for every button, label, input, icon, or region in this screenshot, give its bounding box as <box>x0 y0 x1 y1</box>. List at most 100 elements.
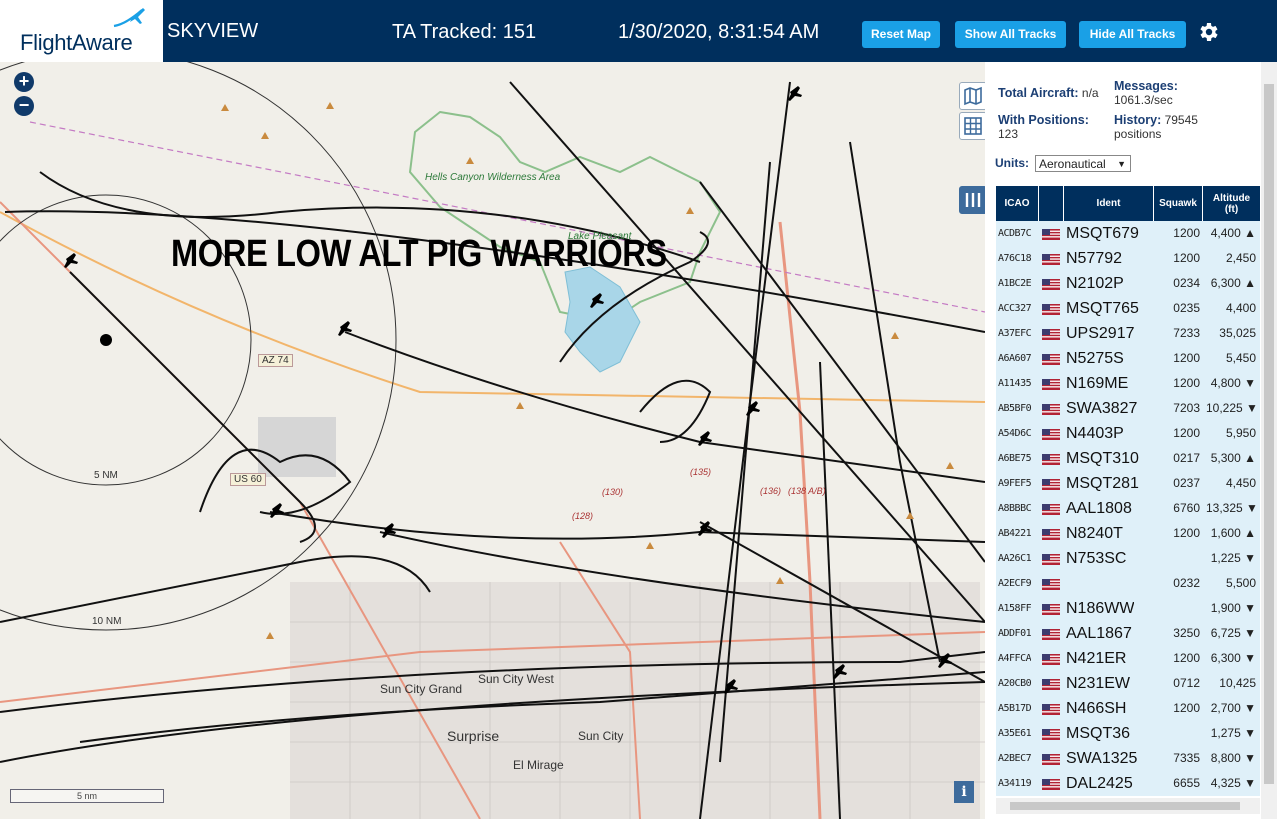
altitude-cell: 1,600 ▲ <box>1210 526 1256 540</box>
map-label-ring-5nm: 5 NM <box>94 470 118 481</box>
vertical-scrollbar[interactable] <box>1261 62 1277 819</box>
icao-cell: A1BC2E <box>998 278 1032 289</box>
table-row[interactable]: ACDB7C MSQT679 1200 4,400 ▲ <box>996 221 1260 247</box>
altitude-cell: 6,725 ▼ <box>1210 626 1256 640</box>
columns-icon <box>965 193 981 207</box>
gear-icon[interactable] <box>1196 20 1220 44</box>
altitude-cell: 4,400 <box>1225 301 1256 315</box>
icao-cell: A5B17D <box>998 703 1032 714</box>
with-positions-label: With Positions: <box>998 113 1089 127</box>
ident-cell: N8240T <box>1066 525 1123 542</box>
table-row[interactable]: A4FFCA N421ER 1200 6,300 ▼ <box>996 646 1260 672</box>
us-flag-icon <box>1042 654 1060 665</box>
table-row[interactable]: A8BBBC AAL1808 6760 13,325 ▼ <box>996 496 1260 522</box>
table-row[interactable]: A20CB0 N231EW 0712 10,425 <box>996 671 1260 697</box>
table-row[interactable]: A35E61 MSQT36 1,275 ▼ <box>996 721 1260 747</box>
us-flag-icon <box>1042 329 1060 340</box>
zoom-out-button[interactable]: − <box>14 96 34 116</box>
icao-cell: A76C18 <box>998 253 1032 264</box>
ident-cell: SWA3827 <box>1066 400 1138 417</box>
units-select[interactable]: Aeronautical ▼ <box>1035 155 1131 172</box>
us-flag-icon <box>1042 754 1060 765</box>
map-label-route-138: (138 A/B) <box>788 486 826 496</box>
squawk-cell <box>1160 596 1200 621</box>
table-row[interactable]: AA26C1 N753SC 1,225 ▼ <box>996 546 1260 572</box>
squawk-cell: 0217 <box>1173 451 1200 465</box>
hide-all-tracks-button[interactable]: Hide All Tracks <box>1079 21 1186 48</box>
table-row[interactable]: A2ECF9 0232 5,500 <box>996 571 1260 597</box>
ident-cell: N466SH <box>1066 700 1127 717</box>
altitude-cell: 4,400 ▲ <box>1210 226 1256 240</box>
horizontal-scrollbar[interactable] <box>996 798 1260 814</box>
us-flag-icon <box>1042 254 1060 265</box>
altitude-cell: 6,300 ▼ <box>1210 651 1256 665</box>
table-row[interactable]: AB4221 N8240T 1200 1,600 ▲ <box>996 521 1260 547</box>
ident-cell: N57792 <box>1066 250 1123 267</box>
table-row[interactable]: A37EFC UPS2917 7233 35,025 <box>996 321 1260 347</box>
us-flag-icon <box>1042 729 1060 740</box>
total-aircraft-label: Total Aircraft: <box>998 86 1079 100</box>
map-label-hells-canyon: Hells Canyon Wilderness Area <box>425 172 561 183</box>
squawk-cell: 3250 <box>1173 626 1200 640</box>
grid-toggle-button[interactable] <box>959 112 985 140</box>
map-layers-button[interactable] <box>959 82 985 110</box>
table-row[interactable]: A5B17D N466SH 1200 2,700 ▼ <box>996 696 1260 722</box>
icao-cell: A9FEF5 <box>998 478 1032 489</box>
map-label-sun-city-grand: Sun City Grand <box>380 682 463 696</box>
us-flag-icon <box>1042 229 1060 240</box>
table-row[interactable]: A54D6C N4403P 1200 5,950 <box>996 421 1260 447</box>
table-row[interactable]: A6A607 N5275S 1200 5,450 <box>996 346 1260 372</box>
with-positions-stat: With Positions: 123 <box>998 113 1089 141</box>
zoom-in-button[interactable]: + <box>14 72 34 92</box>
column-header-icao[interactable]: ICAO <box>996 186 1038 221</box>
table-row[interactable]: A1BC2E N2102P 0234 6,300 ▲ <box>996 271 1260 297</box>
squawk-cell <box>1160 546 1200 571</box>
table-row[interactable]: A9FEF5 MSQT281 0237 4,450 <box>996 471 1260 497</box>
altitude-cell: 4,325 ▼ <box>1210 776 1256 790</box>
horizontal-scroll-thumb[interactable] <box>1010 802 1240 810</box>
vertical-scroll-thumb[interactable] <box>1264 84 1274 784</box>
altitude-cell: 1,225 ▼ <box>1210 551 1256 565</box>
table-row[interactable]: ADDF01 AAL1867 3250 6,725 ▼ <box>996 621 1260 647</box>
table-row[interactable]: A76C18 N57792 1200 2,450 <box>996 246 1260 272</box>
icao-cell: A8BBBC <box>998 503 1032 514</box>
top-header: FlightAware SKYVIEW TA Tracked: 151 1/30… <box>0 0 1277 62</box>
map-info-button[interactable]: i <box>954 781 974 803</box>
icao-cell: A2ECF9 <box>998 578 1032 589</box>
map-label-el-mirage: El Mirage <box>513 758 564 772</box>
ident-cell: N2102P <box>1066 275 1124 292</box>
us-flag-icon <box>1042 379 1060 390</box>
show-all-tracks-button[interactable]: Show All Tracks <box>955 21 1066 48</box>
table-row[interactable]: A11435 N169ME 1200 4,800 ▼ <box>996 371 1260 397</box>
table-row[interactable]: AB5BF0 SWA3827 7203 10,225 ▼ <box>996 396 1260 422</box>
column-header-squawk[interactable]: Squawk <box>1154 186 1202 221</box>
altitude-cell: 10,225 ▼ <box>1206 401 1256 415</box>
map-icon <box>964 86 982 106</box>
columns-toggle-button[interactable] <box>959 186 985 214</box>
squawk-cell: 1200 <box>1173 226 1200 240</box>
table-row[interactable]: ACC327 MSQT765 0235 4,400 <box>996 296 1260 322</box>
table-row[interactable]: A34119 DAL2425 6655 4,325 ▼ <box>996 771 1260 797</box>
altitude-cell: 5,500 <box>1225 576 1256 590</box>
table-row[interactable]: A158FF N186WW 1,900 ▼ <box>996 596 1260 622</box>
ident-cell: MSQT679 <box>1066 225 1139 242</box>
altitude-cell: 10,425 <box>1219 676 1256 690</box>
app-title: SKYVIEW <box>167 20 259 42</box>
map-label-az74: AZ 74 <box>258 354 293 367</box>
map-canvas[interactable]: + − Hells Canyon Wilderness Area Lake Pl… <box>0 62 985 819</box>
ident-cell: N169ME <box>1066 375 1129 392</box>
column-header-ident[interactable]: Ident <box>1064 186 1153 221</box>
table-row[interactable]: A6BE75 MSQT310 0217 5,300 ▲ <box>996 446 1260 472</box>
flightaware-logo[interactable]: FlightAware <box>0 0 163 62</box>
icao-cell: A4FFCA <box>998 653 1032 664</box>
current-datetime: 1/30/2020, 8:31:54 AM <box>618 21 820 43</box>
squawk-cell: 1200 <box>1173 351 1200 365</box>
units-selected-value: Aeronautical <box>1039 157 1106 171</box>
squawk-cell: 1200 <box>1173 526 1200 540</box>
altitude-cell: 5,300 ▲ <box>1210 451 1256 465</box>
table-row[interactable]: A2BEC7 SWA1325 7335 8,800 ▼ <box>996 746 1260 772</box>
reset-map-button[interactable]: Reset Map <box>862 21 940 48</box>
squawk-cell: 0232 <box>1173 576 1200 590</box>
column-header-altitude[interactable]: Altitude (ft) <box>1203 186 1260 221</box>
ident-cell: DAL2425 <box>1066 775 1133 792</box>
